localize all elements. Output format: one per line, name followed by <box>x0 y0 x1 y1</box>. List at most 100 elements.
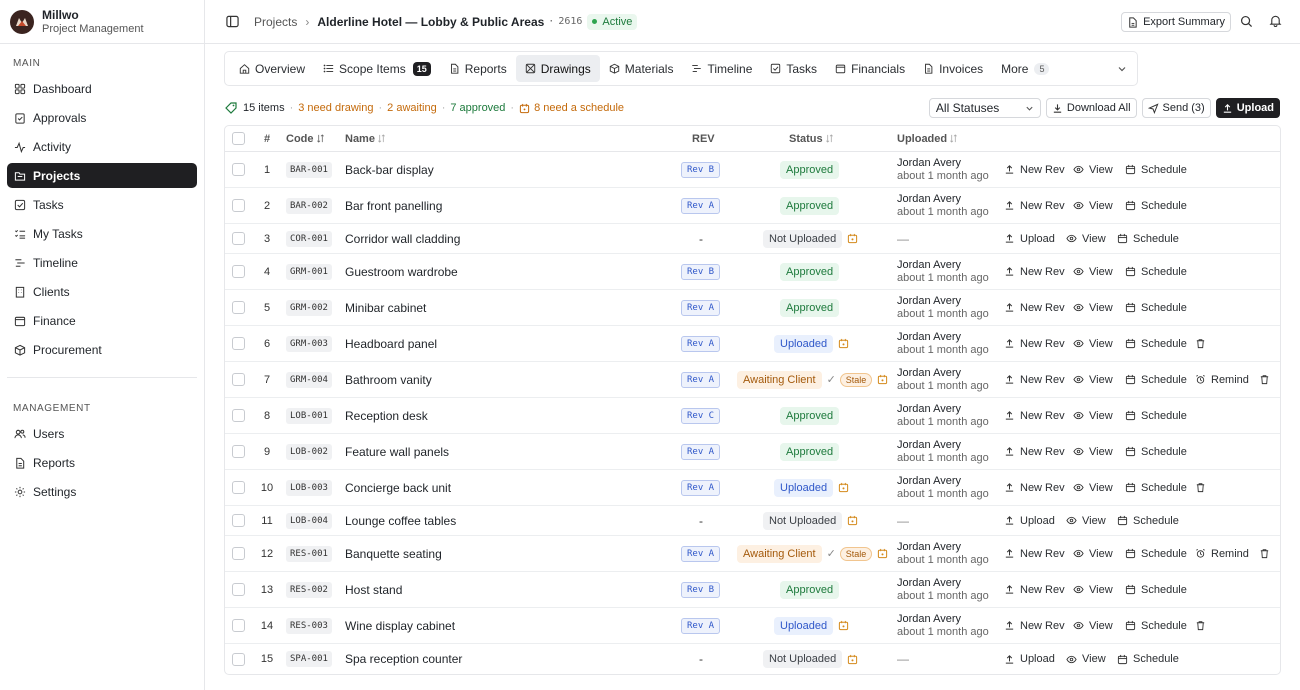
new-rev-button[interactable]: New Rev <box>1004 608 1065 643</box>
remind-button[interactable]: Remind <box>1195 362 1249 397</box>
sidebar-item-approvals[interactable]: Approvals <box>7 105 197 130</box>
tab-more[interactable]: More 5 <box>992 55 1058 82</box>
item-name[interactable]: Wine display cabinet <box>345 619 455 633</box>
tab-reports[interactable]: Reports <box>440 55 516 82</box>
item-name[interactable]: Corridor wall cladding <box>345 232 460 246</box>
upload-drawing-button[interactable]: Upload <box>1004 506 1055 535</box>
schedule-button[interactable]: Schedule <box>1117 644 1179 674</box>
schedule-button[interactable]: Schedule <box>1125 362 1187 397</box>
view-button[interactable]: View <box>1073 152 1113 187</box>
tab-materials[interactable]: Materials <box>600 55 683 82</box>
table-row[interactable]: 9 LOB-002 Feature wall panels Rev A Approved… <box>225 434 1280 470</box>
sidebar-item-dashboard[interactable]: Dashboard <box>7 76 197 101</box>
table-row[interactable]: 11 LOB-004 Lounge coffee tables - Not Upload… <box>225 506 1280 536</box>
select-all-checkbox[interactable] <box>232 132 245 145</box>
new-rev-button[interactable]: New Rev <box>1004 254 1065 289</box>
table-row[interactable]: 12 RES-001 Banquette seating Rev A Awaiting … <box>225 536 1280 572</box>
status-filter-select[interactable]: All Statuses <box>928 98 1041 118</box>
schedule-button[interactable]: Schedule <box>1125 434 1187 469</box>
item-name[interactable]: Host stand <box>345 583 402 597</box>
row-checkbox[interactable] <box>232 445 245 458</box>
tab-drawings[interactable]: Drawings <box>515 55 600 82</box>
view-button[interactable]: View <box>1066 224 1106 253</box>
row-checkbox[interactable] <box>232 481 245 494</box>
new-rev-button[interactable]: New Rev <box>1004 326 1065 361</box>
delete-button[interactable] <box>1259 536 1275 571</box>
sidebar-item-projects[interactable]: Projects <box>7 163 197 188</box>
table-row[interactable]: 2 BAR-002 Bar front panelling Rev A Approved… <box>225 188 1280 224</box>
bell-icon[interactable] <box>1269 14 1282 27</box>
table-row[interactable]: 1 BAR-001 Back-bar display Rev B Approved Jor… <box>225 152 1280 188</box>
remind-button[interactable]: Remind <box>1195 536 1249 571</box>
new-rev-button[interactable]: New Rev <box>1004 536 1065 571</box>
schedule-button[interactable]: Schedule <box>1125 398 1187 433</box>
upload-drawing-button[interactable]: Upload <box>1004 224 1055 253</box>
row-checkbox[interactable] <box>232 337 245 350</box>
view-button[interactable]: View <box>1073 290 1113 325</box>
new-rev-button[interactable]: New Rev <box>1004 434 1065 469</box>
sidebar-item-timeline[interactable]: Timeline <box>7 250 197 275</box>
tab-timeline[interactable]: Timeline <box>682 55 761 82</box>
sidebar-item-tasks[interactable]: Tasks <box>7 192 197 217</box>
view-button[interactable]: View <box>1073 608 1113 643</box>
schedule-button[interactable]: Schedule <box>1117 224 1179 253</box>
sidebar-item-finance[interactable]: Finance <box>7 308 197 333</box>
table-row[interactable]: 7 GRM-004 Bathroom vanity Rev A Awaiting Cli… <box>225 362 1280 398</box>
more-tabs-chevron[interactable] <box>1117 63 1127 77</box>
item-name[interactable]: Minibar cabinet <box>345 301 426 315</box>
tab-scope-items[interactable]: Scope Items 15 <box>314 55 440 82</box>
view-button[interactable]: View <box>1066 644 1106 674</box>
upload-drawing-button[interactable]: Upload <box>1004 644 1055 674</box>
row-checkbox[interactable] <box>232 652 245 666</box>
view-button[interactable]: View <box>1073 362 1113 397</box>
view-button[interactable]: View <box>1073 434 1113 469</box>
new-rev-button[interactable]: New Rev <box>1004 470 1065 505</box>
upload-button[interactable]: Upload <box>1215 98 1280 118</box>
row-checkbox[interactable] <box>232 547 245 560</box>
schedule-button[interactable]: Schedule <box>1125 152 1187 187</box>
tab-overview[interactable]: Overview <box>230 55 314 82</box>
col-name[interactable]: Name <box>345 126 386 151</box>
row-checkbox[interactable] <box>232 514 245 527</box>
view-button[interactable]: View <box>1073 254 1113 289</box>
sidebar-item-reports[interactable]: Reports <box>7 450 197 475</box>
table-row[interactable]: 13 RES-002 Host stand Rev B Approved Jordan A… <box>225 572 1280 608</box>
table-row[interactable]: 8 LOB-001 Reception desk Rev C Approved Jorda… <box>225 398 1280 434</box>
item-name[interactable]: Spa reception counter <box>345 652 462 666</box>
item-name[interactable]: Headboard panel <box>345 337 437 351</box>
new-rev-button[interactable]: New Rev <box>1004 398 1065 433</box>
table-row[interactable]: 6 GRM-003 Headboard panel Rev A Uploaded Jord… <box>225 326 1280 362</box>
schedule-button[interactable]: Schedule <box>1125 608 1187 643</box>
table-row[interactable]: 4 GRM-001 Guestroom wardrobe Rev B Approved J… <box>225 254 1280 290</box>
view-button[interactable]: View <box>1073 398 1113 433</box>
item-name[interactable]: Banquette seating <box>345 547 442 561</box>
col-uploaded[interactable]: Uploaded <box>897 126 958 151</box>
new-rev-button[interactable]: New Rev <box>1004 188 1065 223</box>
view-button[interactable]: View <box>1073 572 1113 607</box>
sidebar-item-my-tasks[interactable]: My Tasks <box>7 221 197 246</box>
sidebar-toggle-icon[interactable] <box>226 15 239 28</box>
table-row[interactable]: 14 RES-003 Wine display cabinet Rev A Upload… <box>225 608 1280 644</box>
delete-button[interactable] <box>1195 608 1211 643</box>
view-button[interactable]: View <box>1073 536 1113 571</box>
item-name[interactable]: Reception desk <box>345 409 428 423</box>
view-button[interactable]: View <box>1073 188 1113 223</box>
row-checkbox[interactable] <box>232 583 245 596</box>
col-status[interactable]: Status <box>789 126 834 151</box>
schedule-button[interactable]: Schedule <box>1117 506 1179 535</box>
delete-button[interactable] <box>1259 362 1275 397</box>
row-checkbox[interactable] <box>232 409 245 422</box>
sidebar-item-procurement[interactable]: Procurement <box>7 337 197 362</box>
download-all-button[interactable]: Download All <box>1045 98 1137 118</box>
table-row[interactable]: 10 LOB-003 Concierge back unit Rev A Uploade… <box>225 470 1280 506</box>
item-name[interactable]: Bathroom vanity <box>345 373 432 387</box>
item-name[interactable]: Guestroom wardrobe <box>345 265 458 279</box>
breadcrumb-projects-link[interactable]: Projects <box>254 15 297 29</box>
sidebar-item-users[interactable]: Users <box>7 421 197 446</box>
item-name[interactable]: Feature wall panels <box>345 445 449 459</box>
schedule-button[interactable]: Schedule <box>1125 188 1187 223</box>
new-rev-button[interactable]: New Rev <box>1004 572 1065 607</box>
item-name[interactable]: Bar front panelling <box>345 199 442 213</box>
export-summary-button[interactable]: Export Summary <box>1121 12 1231 32</box>
sidebar-item-settings[interactable]: Settings <box>7 479 197 504</box>
